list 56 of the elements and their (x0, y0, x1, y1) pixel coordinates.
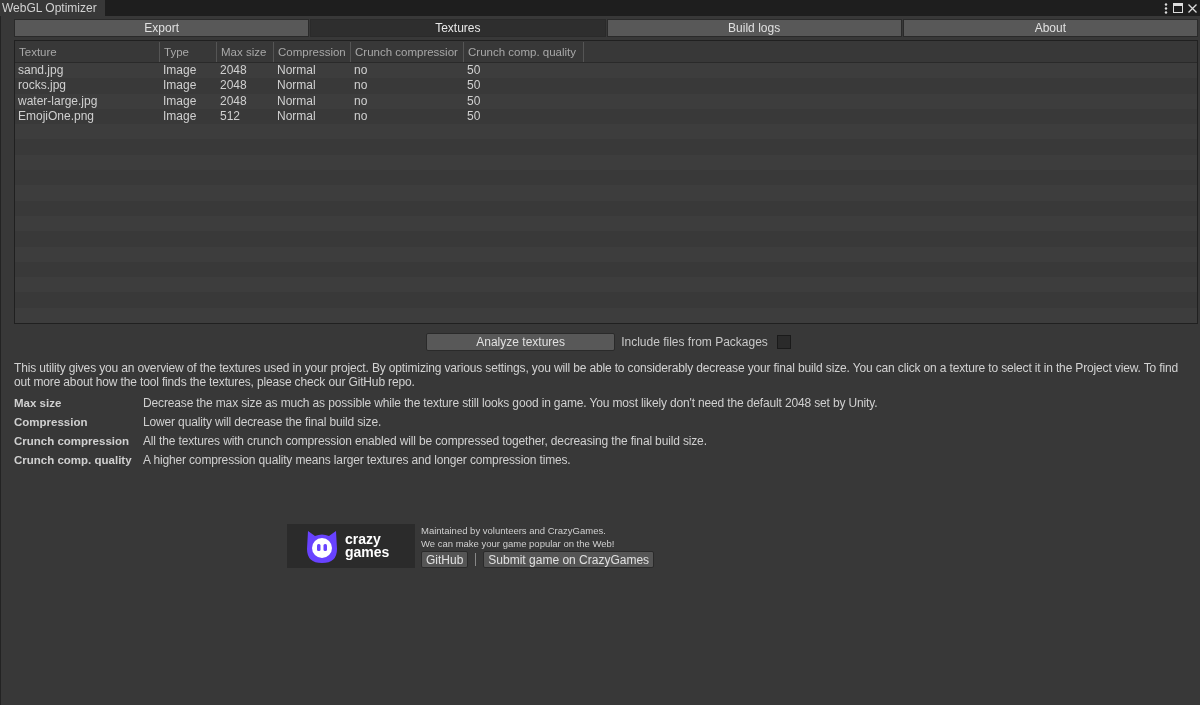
definition-term: Compression (14, 415, 89, 428)
table-cell-text: 50 (466, 62, 482, 79)
include-packages-label: Include files from Packages (621, 335, 768, 349)
table-cell-text: Normal (276, 78, 317, 94)
table-cell-text: 2048 (219, 62, 248, 79)
footer-text: We can make your game popular on the Web! (421, 537, 616, 550)
tab[interactable]: About (902, 19, 1198, 37)
table-cell-text: Image (162, 62, 198, 79)
definition-text: Lower quality will decrease the final build size. (143, 414, 382, 429)
table-cell-text: 50 (466, 108, 482, 125)
table-cell-text: Image (162, 108, 198, 125)
table-cell-text: 2048 (219, 78, 248, 94)
more-options-icon[interactable] (1164, 2, 1168, 14)
table-cell-text: Normal (276, 93, 317, 109)
table-cell-text: Image (162, 78, 198, 94)
definition-text: A higher compression quality means larger textures and longer compression times. (143, 452, 571, 467)
window-title[interactable]: WebGL Optimizer (0, 0, 105, 16)
table-cell-text: rocks.jpg (17, 78, 68, 94)
column-header[interactable]: Texture (15, 41, 160, 62)
table-cell-text: Normal (276, 62, 317, 79)
column-header[interactable]: Compression (274, 41, 351, 62)
close-icon[interactable] (1188, 3, 1197, 13)
include-packages-checkbox[interactable] (776, 335, 791, 349)
table-cell-text: sand.jpg (17, 62, 65, 79)
column-header[interactable]: Crunch compressior (351, 41, 464, 62)
table-cell-text: 2048 (219, 93, 248, 109)
footer-text: Maintained by volunteers and CrazyGames. (421, 524, 607, 537)
table-cell-text: 50 (466, 93, 482, 109)
definition-term: Max size (14, 396, 63, 409)
column-header[interactable]: Max size (217, 41, 274, 62)
table-cell-text: 50 (466, 78, 482, 94)
table-cell-text: no (353, 108, 369, 125)
definition-text: Decrease the max size as much as possible while the texture still looks good in game. You most likely don't need the default 2048 set by Unity. (143, 395, 878, 410)
link-button[interactable]: GitHub (421, 551, 469, 568)
table-cell-text: no (353, 93, 369, 109)
tab[interactable]: Export (14, 19, 310, 37)
maximize-icon[interactable] (1173, 3, 1183, 13)
table-cell-text: Image (162, 93, 198, 109)
definition-term: Crunch compression (14, 434, 131, 447)
table-cell-text: Normal (276, 108, 317, 125)
table-cell-text: no (353, 78, 369, 94)
link-button[interactable]: Submit game on CrazyGames (483, 551, 655, 568)
table-cell-text: EmojiOne.png (17, 108, 96, 125)
table-cell-text: water-large.jpg (17, 93, 99, 109)
table-cell-text: 512 (219, 108, 242, 125)
tab[interactable]: Build logs (606, 19, 902, 37)
logo-text: crazy (345, 533, 382, 546)
analyze-textures-button[interactable]: Analyze textures (426, 333, 616, 351)
description-text: This utility gives you an overview of the textures used in your project. By optimizing various settings, you will be able to considerably decrease your final build size. You can click on a texture to select it in the Project view. To find out more about how the tool finds the textures, please check our GitHub repo. (14, 361, 1180, 389)
column-header[interactable]: Type (160, 41, 217, 62)
definition-term: Crunch comp. quality (14, 453, 133, 466)
logo-text: games (345, 546, 390, 559)
definition-text: All the textures with crunch compression enabled will be compressed together, decreasing the final build size. (143, 433, 707, 448)
column-header[interactable]: Crunch comp. quality (464, 41, 584, 62)
table-cell-text: no (353, 62, 369, 79)
tab[interactable]: Textures (310, 19, 606, 37)
